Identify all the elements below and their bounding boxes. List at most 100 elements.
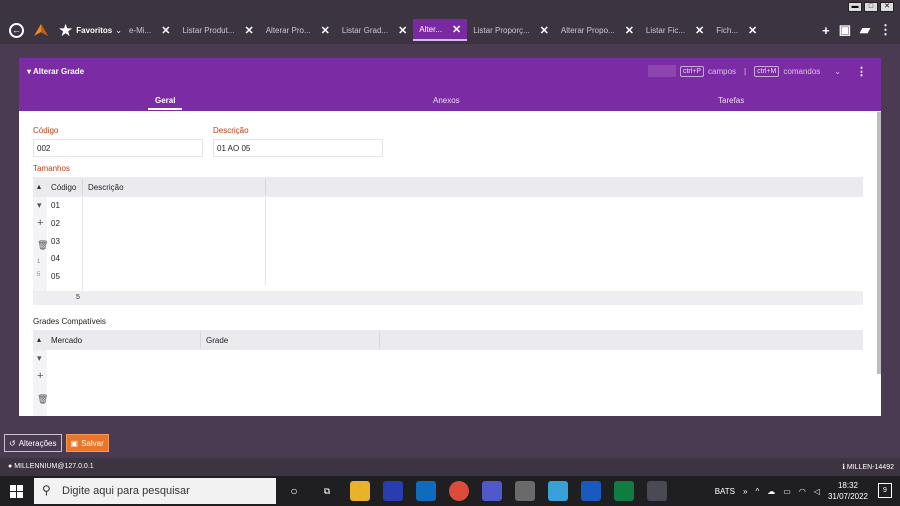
close-tab-icon[interactable]: ✕ bbox=[452, 23, 461, 36]
add-tab-icon[interactable]: + bbox=[822, 23, 830, 38]
save-button[interactable]: ▣ Salvar bbox=[65, 434, 109, 452]
user-info: ● MILLENNIUM@127.0.0.1 bbox=[8, 463, 94, 470]
close-tab-icon[interactable]: ✕ bbox=[161, 24, 170, 37]
app-icon[interactable] bbox=[383, 481, 403, 501]
descricao-field[interactable]: 01 AO 05 bbox=[213, 139, 383, 157]
app-icon[interactable] bbox=[515, 481, 535, 501]
codigo-field[interactable]: 002 bbox=[33, 139, 203, 157]
teams-icon[interactable] bbox=[482, 481, 502, 501]
task-view-icon[interactable]: ⧉ bbox=[317, 481, 337, 501]
bats-label[interactable]: BATS bbox=[715, 487, 735, 496]
tab-label: Listar Proporç... bbox=[473, 25, 530, 35]
excel-icon[interactable] bbox=[614, 481, 634, 501]
tray-overflow[interactable]: » bbox=[743, 487, 747, 496]
tab-tarefas[interactable]: Tarefas bbox=[718, 96, 744, 105]
table-row[interactable]: 03 bbox=[51, 237, 60, 246]
chevron-down-icon[interactable]: ⌄ bbox=[834, 67, 841, 76]
back-arrow-icon[interactable]: ← bbox=[9, 23, 24, 38]
caret-up-icon[interactable]: ^ bbox=[755, 487, 759, 496]
version-info: ℹ MILLEN-14492 bbox=[842, 463, 894, 471]
tab-8[interactable]: Fich... ✕ bbox=[710, 19, 763, 41]
tab-geral[interactable]: Geral bbox=[155, 96, 175, 105]
taskbar-search-input[interactable]: ⚲ Digite aqui para pesquisar bbox=[34, 478, 276, 504]
grades-label: Grades Compatíveis bbox=[33, 317, 106, 326]
windows-start-icon[interactable] bbox=[10, 485, 23, 498]
clock[interactable]: 18:32 31/07/2022 bbox=[828, 480, 868, 502]
col-divider bbox=[82, 197, 83, 291]
action-bar: ↺ Alterações ▣ Salvar bbox=[4, 434, 109, 452]
tab-1[interactable]: Listar Produt... ✕ bbox=[176, 19, 259, 41]
tab-0[interactable]: e-Mi... ✕ bbox=[123, 19, 176, 41]
wifi-icon[interactable]: ◠ bbox=[799, 487, 806, 496]
trash-icon[interactable]: 🗑 bbox=[37, 240, 48, 251]
maximize-icon[interactable]: □ bbox=[864, 2, 878, 12]
notifications-icon[interactable]: 9 bbox=[878, 483, 892, 498]
col-descricao[interactable]: Descrição bbox=[88, 183, 124, 192]
more-vert-icon[interactable]: ⋮ bbox=[879, 22, 892, 38]
expand-icon[interactable]: ▾ bbox=[37, 200, 42, 211]
cortana-icon[interactable]: ○ bbox=[284, 481, 304, 501]
col-grade[interactable]: Grade bbox=[206, 336, 228, 345]
tab-2[interactable]: Alterar Pro... ✕ bbox=[260, 19, 336, 41]
clipboard-icon[interactable]: ▣ bbox=[839, 22, 851, 38]
alteracoes-button[interactable]: ↺ Alterações bbox=[4, 434, 62, 452]
sort-up-icon[interactable]: ▴ bbox=[37, 182, 41, 191]
close-tab-icon[interactable]: ✕ bbox=[540, 24, 549, 37]
millennium-icon[interactable] bbox=[647, 481, 667, 501]
save-icon: ▣ bbox=[70, 438, 79, 448]
file-explorer-icon[interactable] bbox=[350, 481, 370, 501]
network-icon[interactable]: ▭ bbox=[783, 487, 791, 496]
trash-icon[interactable]: 🗑 bbox=[37, 394, 48, 405]
chat-icon[interactable]: ▰ bbox=[860, 22, 870, 38]
app-icon[interactable] bbox=[548, 481, 568, 501]
tab-5[interactable]: Listar Proporç... ✕ bbox=[467, 19, 555, 41]
col-mercado[interactable]: Mercado bbox=[51, 336, 82, 345]
tab-label: Alterar Pro... bbox=[265, 25, 311, 35]
tab-3[interactable]: Listar Grad... ✕ bbox=[336, 19, 413, 41]
table-row[interactable]: 04 bbox=[51, 254, 60, 263]
app-logo-icon[interactable] bbox=[33, 22, 49, 38]
tab-7[interactable]: Listar Fic... ✕ bbox=[640, 19, 710, 41]
tab-6[interactable]: Alterar Propo... ✕ bbox=[555, 19, 640, 41]
outlook-icon[interactable] bbox=[416, 481, 436, 501]
table-row[interactable]: 02 bbox=[51, 219, 60, 228]
chrome-icon[interactable] bbox=[449, 481, 469, 501]
close-icon[interactable]: ✕ bbox=[880, 2, 894, 12]
active-tab-indicator bbox=[148, 108, 182, 110]
expand-icon[interactable]: ▾ bbox=[37, 353, 42, 364]
tab-label: Fich... bbox=[716, 25, 739, 35]
sort-up-icon[interactable]: ▴ bbox=[37, 335, 41, 344]
minimize-icon[interactable]: ▬ bbox=[848, 2, 862, 12]
add-row-icon[interactable]: + bbox=[37, 217, 43, 229]
row-count: 5 bbox=[76, 294, 80, 301]
volume-icon[interactable]: ◁ bbox=[814, 487, 820, 496]
save-label: Salvar bbox=[81, 438, 104, 448]
add-row-icon[interactable]: + bbox=[37, 370, 43, 382]
panel-header: ▾ Alterar Grade ctrl+P campos | ctrl+M c… bbox=[19, 58, 881, 111]
close-tab-icon[interactable]: ✕ bbox=[695, 24, 704, 37]
kbd-fields-label: campos bbox=[708, 66, 737, 76]
panel-menu-icon[interactable]: ⋮ bbox=[856, 65, 867, 78]
word-icon[interactable] bbox=[581, 481, 601, 501]
table-row[interactable]: 01 bbox=[51, 201, 60, 210]
onedrive-icon[interactable]: ☁ bbox=[767, 487, 775, 496]
col-codigo[interactable]: Código bbox=[51, 183, 76, 192]
clock-time: 18:32 bbox=[837, 481, 858, 490]
grid-body bbox=[47, 197, 863, 291]
grid-header: ▴ Código Descrição bbox=[33, 177, 863, 197]
tab-4-active[interactable]: Alter... ✕ bbox=[413, 19, 468, 41]
close-tab-icon[interactable]: ✕ bbox=[398, 24, 407, 37]
system-tray: BATS » ^ ☁ ▭ ◠ ◁ 18:32 31/07/2022 bbox=[715, 480, 868, 502]
pager-current: 1 bbox=[37, 259, 41, 265]
close-tab-icon[interactable]: ✕ bbox=[321, 24, 330, 37]
panel-scrollbar[interactable] bbox=[877, 112, 881, 374]
tab-anexos[interactable]: Anexos bbox=[433, 96, 460, 105]
close-tab-icon[interactable]: ✕ bbox=[244, 24, 253, 37]
close-tab-icon[interactable]: ✕ bbox=[748, 24, 757, 37]
collapse-icon: ▾ bbox=[27, 67, 32, 76]
favorites-menu[interactable]: ★ Favoritos ⌄ bbox=[58, 20, 122, 40]
close-tab-icon[interactable]: ✕ bbox=[625, 24, 634, 37]
table-row[interactable]: 05 bbox=[51, 272, 60, 281]
shortcut-blank bbox=[647, 65, 676, 77]
panel-title[interactable]: ▾ Alterar Grade bbox=[27, 67, 84, 76]
